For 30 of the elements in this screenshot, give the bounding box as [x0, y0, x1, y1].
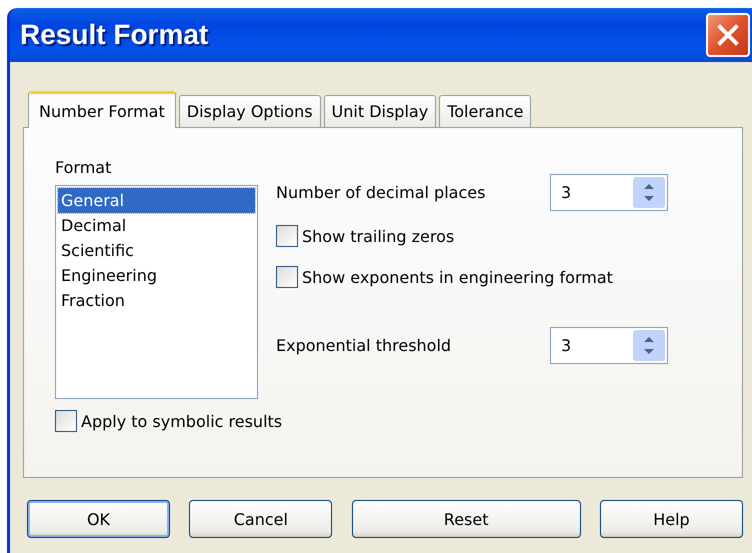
- up-down-arrows-icon[interactable]: [633, 330, 665, 361]
- dialog-button[interactable]: Cancel: [189, 500, 332, 538]
- list-item[interactable]: Fraction: [58, 288, 255, 313]
- dialog-button[interactable]: Help: [600, 500, 743, 538]
- list-item[interactable]: Engineering: [58, 263, 255, 288]
- checkbox-label: Show exponents in engineering format: [302, 268, 613, 286]
- checkbox-label: Apply to symbolic results: [81, 412, 282, 430]
- list-item[interactable]: Scientific: [58, 238, 255, 263]
- up-down-arrows-icon[interactable]: [633, 177, 665, 208]
- close-icon: [716, 23, 740, 47]
- checkbox[interactable]: [276, 225, 298, 247]
- tab[interactable]: Tolerance: [439, 95, 532, 127]
- tab[interactable]: Number Format: [28, 91, 176, 128]
- dialog-button[interactable]: OK: [27, 500, 170, 538]
- checkbox-label: Show trailing zeros: [302, 226, 454, 246]
- checkbox[interactable]: [276, 266, 298, 288]
- list-item[interactable]: General: [58, 188, 255, 213]
- window-title: Result Format: [20, 19, 208, 51]
- close-button[interactable]: [706, 13, 750, 57]
- decimal-places-spinner[interactable]: 3: [550, 174, 668, 211]
- list-item[interactable]: Decimal: [58, 213, 255, 238]
- dialog-button[interactable]: Reset: [352, 500, 581, 538]
- format-list[interactable]: General Decimal Scientific Engineering Fraction: [55, 185, 258, 399]
- checkbox[interactable]: [55, 410, 77, 432]
- threshold-label: Exponential threshold: [276, 336, 452, 355]
- threshold-spinner[interactable]: 3: [550, 327, 668, 364]
- format-label: Format: [55, 158, 112, 177]
- tab[interactable]: Unit Display: [324, 95, 436, 127]
- decimal-places-label: Number of decimal places: [276, 183, 486, 202]
- tab[interactable]: Display Options: [178, 95, 321, 127]
